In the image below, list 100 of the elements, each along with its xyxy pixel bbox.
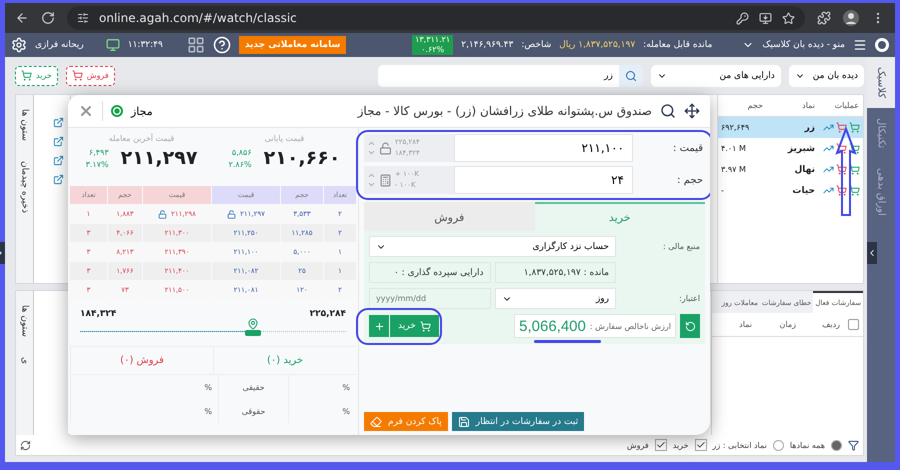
open-icon[interactable] <box>53 117 64 128</box>
sell-cart-icon[interactable] <box>836 143 847 154</box>
price-field[interactable]: ۲۱۱,۱۰۰ <box>454 134 633 162</box>
change-value: ۵,۸۵۶ <box>230 148 252 156</box>
filter-icon[interactable] <box>848 440 859 450</box>
select-all-checkbox[interactable] <box>848 318 859 330</box>
volume-text: ۴.۰۱ M <box>720 144 747 154</box>
sell-cart-icon[interactable] <box>836 122 847 134</box>
validity-label: اعتبار: <box>678 294 700 303</box>
menu-title[interactable]: منو - دیده بان کلاسیک <box>762 40 845 50</box>
filter-label: نماد انتخابی : زر <box>712 440 767 450</box>
column-header: زمان <box>778 320 797 329</box>
settings-icon[interactable] <box>11 37 27 53</box>
add-button[interactable] <box>369 315 389 337</box>
volume-text: - <box>720 186 725 196</box>
forward-icon[interactable] <box>15 11 29 25</box>
help-icon[interactable] <box>212 36 231 54</box>
buy-cart-icon[interactable] <box>849 143 860 154</box>
site-settings-icon[interactable] <box>77 12 89 24</box>
collapse-toggle[interactable] <box>867 242 877 264</box>
watchlist-dropdown[interactable]: دیده بان من <box>788 64 864 87</box>
source-label: منبع مالی : <box>662 242 700 251</box>
calculator-icon[interactable] <box>379 174 392 186</box>
range-min: ۱۸۴,۳۲۴ <box>80 309 116 319</box>
radio-button[interactable] <box>772 440 784 450</box>
install-icon[interactable] <box>759 12 772 24</box>
vertical-label[interactable]: ستون ها <box>20 304 30 337</box>
filter-label: همه نمادها <box>790 440 825 450</box>
star-icon[interactable] <box>782 12 795 24</box>
date-field[interactable]: yyyy/mm/dd <box>369 288 490 309</box>
extensions-icon[interactable] <box>817 11 831 25</box>
checkbox[interactable] <box>654 439 667 451</box>
unlock-icon <box>158 210 168 218</box>
menu-icon[interactable] <box>853 38 867 52</box>
symbol-search-field[interactable]: زر <box>378 64 643 87</box>
buy-cart-icon[interactable] <box>849 164 860 176</box>
watchlist-row[interactable]: زر ۶۹۲,۶۴۹ <box>718 117 863 138</box>
plus-icon <box>374 320 384 332</box>
price-label: قیمت : <box>672 142 704 154</box>
logo-icon[interactable] <box>875 38 889 52</box>
volume-text: ۶۹۲,۶۴۹ <box>720 123 750 132</box>
monitor-icon <box>106 38 120 52</box>
volume-field[interactable]: ۲۴ <box>454 166 633 194</box>
cart-icon <box>21 70 32 82</box>
checkbox[interactable] <box>694 439 707 451</box>
gross-value: 5,066,400 <box>518 318 586 334</box>
side-tab[interactable]: کلاسیک <box>867 57 895 108</box>
close-icon[interactable] <box>78 103 94 119</box>
reload-icon[interactable] <box>41 11 55 25</box>
buy-percent: % <box>288 375 356 399</box>
side-tab[interactable]: فروش <box>364 202 534 231</box>
symbol-text: نهال <box>793 164 816 175</box>
column-header: عملیات <box>834 101 860 110</box>
range-max: ۲۲۵,۲۸۴ <box>310 309 346 319</box>
key-icon[interactable] <box>736 12 749 24</box>
open-icon[interactable] <box>53 174 64 186</box>
sell-button[interactable]: فروش <box>66 66 115 86</box>
open-icon[interactable] <box>53 155 64 166</box>
reset-icon <box>684 320 696 332</box>
volume-label: حجم : <box>676 174 704 186</box>
search-icon[interactable] <box>660 103 676 119</box>
symbol-text: حیات <box>791 186 816 196</box>
cart-icon <box>420 320 431 332</box>
assets-dropdown[interactable]: دارایی های من <box>650 64 781 87</box>
grid-icon[interactable] <box>186 36 205 54</box>
status-label: مجاز <box>131 104 153 118</box>
buy-total: خرید (۰) <box>213 347 356 374</box>
balance-label: مانده قابل معامله: <box>643 40 712 50</box>
user-name[interactable]: ریحانه فرازی <box>35 40 84 50</box>
sell-cart-icon[interactable] <box>836 185 847 196</box>
unlock-icon[interactable] <box>379 142 392 154</box>
gross-label: ارزش ناخالص سفارش : <box>588 322 672 330</box>
cart-icon <box>72 70 83 82</box>
save-pending-button[interactable]: ثبت در سفارشات در انتظار <box>452 412 584 431</box>
address-bar[interactable]: online.agah.com/#/watch/classic <box>67 6 805 30</box>
symbol-text: زر <box>803 122 816 133</box>
radio-button[interactable] <box>831 440 842 450</box>
vertical-label[interactable]: ی <box>20 356 30 364</box>
vertical-label[interactable]: ذخیره چیدمان <box>20 161 30 214</box>
balance-value: ۱,۸۳۷,۵۲۵,۱۹۷ ریال <box>559 40 636 50</box>
row-label: حقیقی <box>218 375 288 399</box>
profile-avatar[interactable] <box>843 10 859 26</box>
open-icon[interactable] <box>53 136 64 148</box>
change-percent: ۲.۸۶% <box>228 160 252 168</box>
refresh-icon[interactable] <box>20 440 31 450</box>
save-icon <box>458 416 470 428</box>
buy-cart-icon[interactable] <box>849 185 860 196</box>
url-text: online.agah.com/#/watch/classic <box>99 11 298 25</box>
symbol-text: شبریز <box>786 144 816 154</box>
reset-button[interactable] <box>680 314 700 338</box>
price-value: ۲۱۰,۶۶۰ <box>264 147 340 169</box>
source-select[interactable]: حساب نزد کارگزاری <box>369 236 616 257</box>
eraser-icon <box>370 416 382 428</box>
sell-percent: % <box>70 399 218 423</box>
vertical-label[interactable]: ستون ها <box>20 109 30 142</box>
sell-cart-icon[interactable] <box>836 164 847 176</box>
move-icon[interactable] <box>684 103 700 119</box>
column-header: حجم <box>746 101 764 110</box>
validity-select[interactable]: روز <box>494 288 616 309</box>
filter-label: فروش <box>626 440 649 450</box>
